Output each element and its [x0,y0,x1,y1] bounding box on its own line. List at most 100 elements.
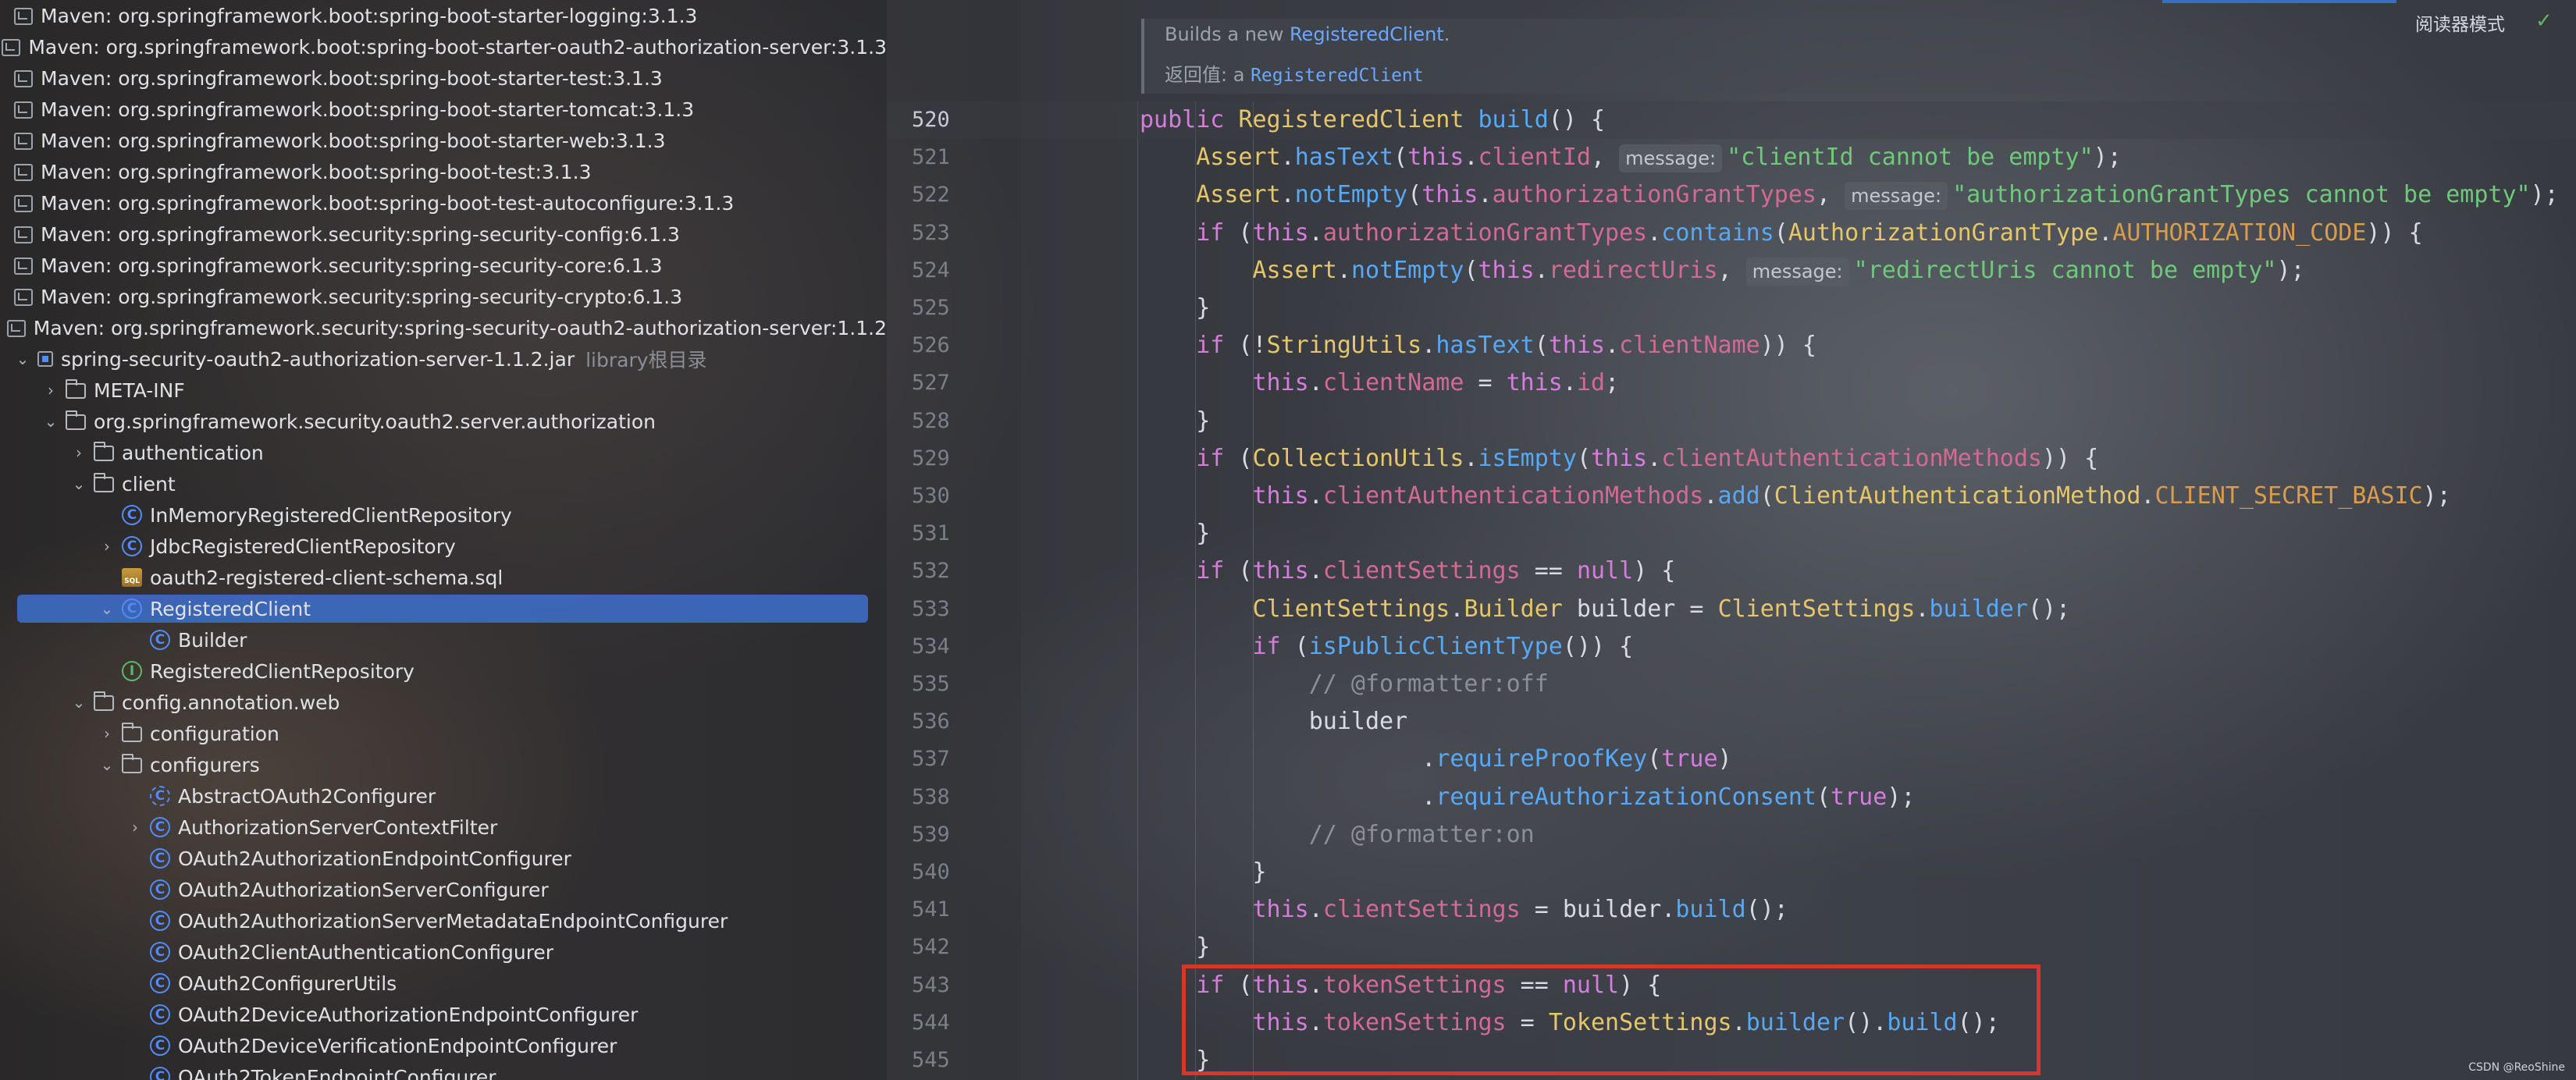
tree-item[interactable]: C Builder [0,624,887,655]
tree-item[interactable]: C OAuth2AuthorizationServerConfigurer [0,874,887,905]
code-text[interactable]: // @formatter:off [1140,666,1549,703]
tree-item[interactable]: ⌄ C RegisteredClient [0,593,887,624]
code-line[interactable]: 520 public RegisteredClient build() { [887,101,2576,139]
javadoc-link[interactable]: RegisteredClient [1290,23,1444,45]
tree-item[interactable]: ⌄ org.springframework.security.oauth2.ser… [0,406,887,437]
tree-item[interactable]: C OAuth2TokenEndpointConfigurer [0,1061,887,1080]
code-text[interactable]: if (isPublicClientType()) { [1140,628,1634,666]
code-text[interactable]: } [1140,403,1210,440]
code-text[interactable]: Assert.notEmpty(this.redirectUris, messa… [1140,252,2305,290]
tree-item[interactable]: Maven: org.springframework.boot:spring-b… [0,0,887,31]
tree-item[interactable]: ⌄ config.annotation.web [0,687,887,718]
code-line[interactable]: 536 builder [887,703,2576,741]
tree-item[interactable]: Maven: org.springframework.security:spri… [0,281,887,312]
tree-item[interactable]: C OAuth2DeviceVerificationEndpointConfigu… [0,1030,887,1061]
tree-item[interactable]: › configuration [0,718,887,749]
tree-item[interactable]: Maven: org.springframework.security:spri… [0,218,887,250]
code-text[interactable]: public RegisteredClient build() { [1140,101,1605,139]
code-line[interactable]: 535 // @formatter:off [887,666,2576,703]
code-text[interactable]: if (this.authorizationGrantTypes.contain… [1140,215,2422,252]
code-text[interactable]: this.clientSettings = builder.build(); [1140,891,1788,929]
code-line[interactable]: 532 if (this.clientSettings == null) { [887,552,2576,590]
code-text[interactable]: .requireProofKey(true) [1140,741,1731,778]
code-text[interactable]: // @formatter:on [1140,816,1535,854]
tree-item[interactable]: Maven: org.springframework.boot:spring-b… [0,94,887,125]
tree-item[interactable]: C OAuth2AuthorizationEndpointConfigurer [0,843,887,874]
code-line[interactable]: 533 ClientSettings.Builder builder = Cli… [887,591,2576,628]
chevron-down-icon[interactable]: ⌄ [70,474,87,493]
tree-item[interactable]: Maven: org.springframework.security:spri… [0,312,887,343]
chevron-right-icon[interactable]: › [126,818,144,837]
code-line[interactable]: 522 Assert.notEmpty(this.authorizationGr… [887,176,2576,214]
code-line[interactable]: 531 } [887,515,2576,552]
code-text[interactable]: this.clientName = this.id; [1140,364,1620,402]
project-tree-panel[interactable]: Maven: org.springframework.boot:spring-b… [0,0,887,1080]
tree-item[interactable]: Maven: org.springframework.security:spri… [0,250,887,281]
chevron-down-icon[interactable]: ⌄ [98,755,116,774]
code-text[interactable]: if (CollectionUtils.isEmpty(this.clientA… [1140,440,2098,478]
code-line[interactable]: 528 } [887,403,2576,440]
chevron-down-icon[interactable]: ⌄ [70,693,87,712]
tree-item[interactable]: › authentication [0,437,887,468]
code-line[interactable]: 524 Assert.notEmpty(this.redirectUris, m… [887,252,2576,290]
code-line[interactable]: 539 // @formatter:on [887,816,2576,854]
code-line[interactable]: 527 this.clientName = this.id; [887,364,2576,402]
code-text[interactable]: Assert.notEmpty(this.authorizationGrantT… [1140,176,2559,214]
chevron-right-icon[interactable]: › [42,381,59,400]
tree-item[interactable]: C OAuth2ClientAuthenticationConfigurer [0,936,887,968]
code-text[interactable]: .requireAuthorizationConsent(true); [1140,779,1915,816]
chevron-down-icon[interactable]: ⌄ [98,599,116,618]
code-line[interactable]: 523 if (this.authorizationGrantTypes.con… [887,215,2576,252]
line-number: 541 [912,897,950,922]
code-text[interactable]: builder [1140,703,1407,741]
code-text[interactable]: if (!StringUtils.hasText(this.clientName… [1140,327,1816,364]
tree-item-label: AuthorizationServerContextFilter [178,815,498,839]
tree-item[interactable]: C OAuth2DeviceAuthorizationEndpointConfig… [0,999,887,1030]
code-line[interactable]: 530 this.clientAuthenticationMethods.add… [887,478,2576,515]
javadoc-return-type[interactable]: RegisteredClient [1251,66,1424,86]
tree-item[interactable]: Maven: org.springframework.boot:spring-b… [0,62,887,94]
code-line[interactable]: 525 } [887,290,2576,327]
tree-item[interactable]: › C AuthorizationServerContextFilter [0,812,887,843]
tree-item[interactable]: Maven: org.springframework.boot:spring-b… [0,31,887,62]
code-text[interactable]: } [1140,515,1210,552]
code-text[interactable]: this.clientAuthenticationMethods.add(Cli… [1140,478,2451,515]
reader-mode-toggle[interactable]: 阅读器模式 [2415,9,2505,36]
chevron-right-icon[interactable]: › [70,443,87,462]
code-line[interactable]: 538 .requireAuthorizationConsent(true); [887,779,2576,816]
code-text[interactable]: Assert.hasText(this.clientId, message: "c… [1140,139,2122,176]
tree-item[interactable]: Maven: org.springframework.boot:spring-b… [0,187,887,218]
tree-item[interactable]: ⌄ spring-security-oauth2-authorization-se… [0,343,887,375]
tree-item[interactable]: Maven: org.springframework.boot:spring-b… [0,125,887,156]
code-line[interactable]: 541 this.clientSettings = builder.build(… [887,891,2576,929]
code-text[interactable]: } [1140,290,1210,327]
code-text[interactable]: ClientSettings.Builder builder = ClientS… [1140,591,2071,628]
tree-item[interactable]: › META-INF [0,375,887,406]
chevron-right-icon[interactable]: › [98,724,116,743]
tree-item[interactable]: Maven: org.springframework.boot:spring-b… [0,156,887,187]
tree-item[interactable]: › C JdbcRegisteredClientRepository [0,531,887,562]
code-line[interactable]: 529 if (CollectionUtils.isEmpty(this.cli… [887,440,2576,478]
tree-item[interactable]: C InMemoryRegisteredClientRepository [0,499,887,531]
code-text[interactable]: } [1140,854,1266,891]
code-text[interactable]: if (this.clientSettings == null) { [1140,552,1675,590]
check-icon[interactable]: ✓ [2535,9,2553,33]
code-text[interactable]: } [1140,929,1210,966]
tree-item[interactable]: C AbstractOAuth2Configurer [0,780,887,812]
chevron-down-icon[interactable]: ⌄ [42,412,59,431]
code-line[interactable]: 534 if (isPublicClientType()) { [887,628,2576,666]
code-line[interactable]: 537 .requireProofKey(true) [887,741,2576,778]
tree-item[interactable]: I RegisteredClientRepository [0,655,887,687]
tree-item[interactable]: C OAuth2AuthorizationServerMetadataEndpoi… [0,905,887,936]
tree-item[interactable]: ⌄ configurers [0,749,887,780]
code-line[interactable]: 521 Assert.hasText(this.clientId, messag… [887,139,2576,176]
chevron-right-icon[interactable]: › [98,537,116,556]
line-number: 534 [912,634,950,659]
tree-item[interactable]: C OAuth2ConfigurerUtils [0,968,887,999]
tree-item[interactable]: SQL oauth2-registered-client-schema.sql [0,562,887,593]
code-line[interactable]: 526 if (!StringUtils.hasText(this.client… [887,327,2576,364]
code-line[interactable]: 542 } [887,929,2576,966]
tree-item[interactable]: ⌄ client [0,468,887,499]
chevron-down-icon[interactable]: ⌄ [14,350,31,368]
code-line[interactable]: 540 } [887,854,2576,891]
